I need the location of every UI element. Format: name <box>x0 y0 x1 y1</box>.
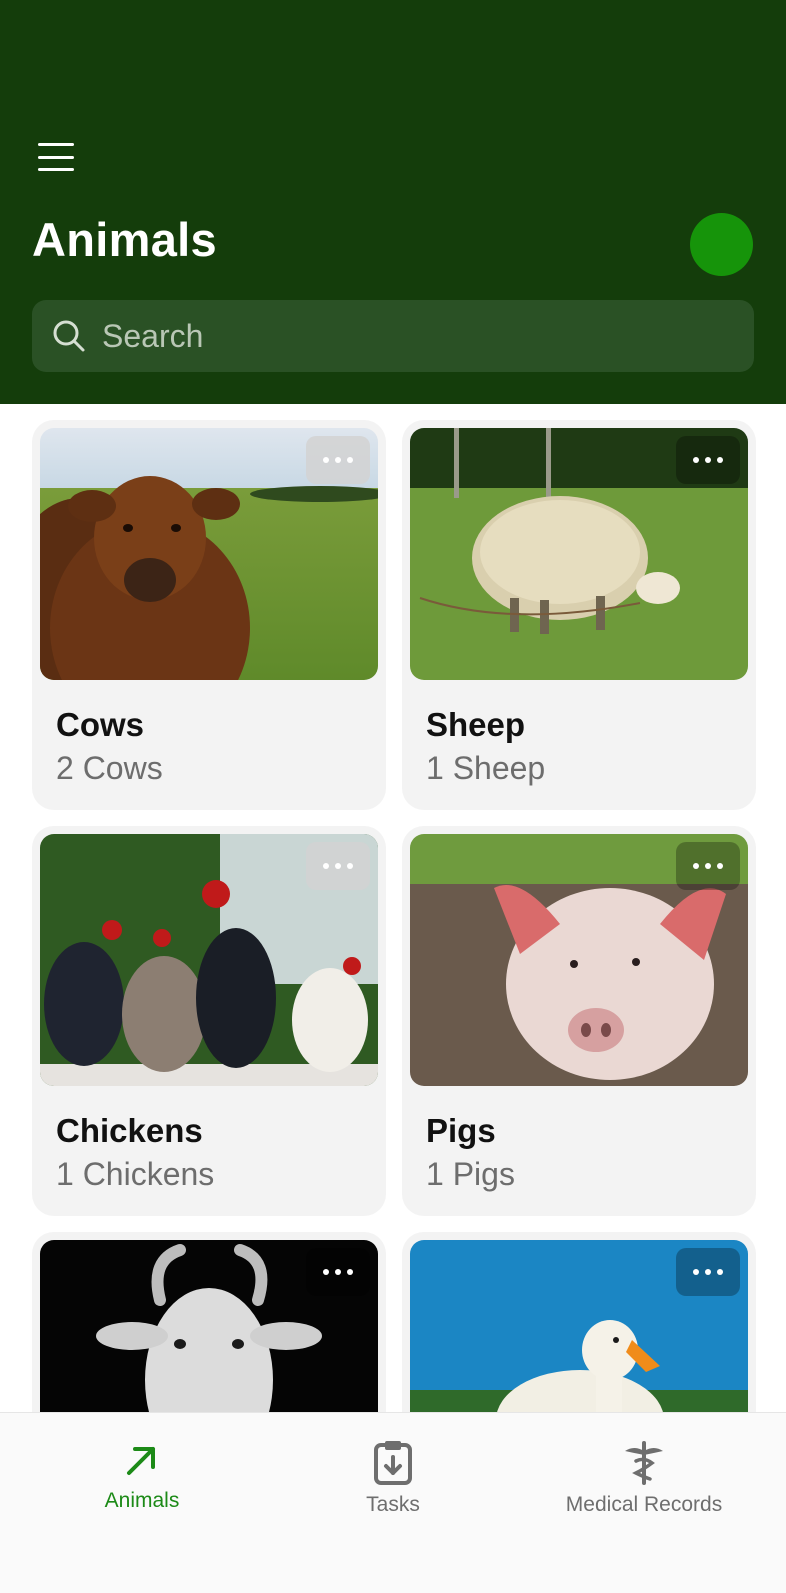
animal-name: Cows <box>56 706 145 743</box>
animal-card-cows[interactable]: Cows 2 Cows <box>32 420 386 810</box>
nav-label: Animals <box>104 1489 180 1512</box>
animal-card-ducks[interactable] <box>402 1232 756 1412</box>
more-options-icon[interactable] <box>306 436 370 484</box>
nav-medical-records[interactable]: Medical Records <box>513 1439 775 1517</box>
animal-card-goats[interactable] <box>32 1232 386 1412</box>
hamburger-menu-icon[interactable] <box>38 143 74 171</box>
animal-count: 2 Cows <box>56 750 163 786</box>
more-options-icon[interactable] <box>306 842 370 890</box>
animal-card-pigs[interactable]: Pigs 1 Pigs <box>402 826 756 1216</box>
app-header: Animals <box>0 0 786 404</box>
search-icon <box>53 320 85 352</box>
nav-label: Tasks <box>366 1493 420 1516</box>
nav-animals[interactable]: Animals <box>11 1439 273 1513</box>
animal-grid: Cows 2 Cows Sheep 1 Sheep Chickens 1 Chi… <box>0 404 786 1412</box>
more-options-icon[interactable] <box>676 436 740 484</box>
more-options-icon[interactable] <box>676 1248 740 1296</box>
more-options-icon[interactable] <box>676 842 740 890</box>
animal-count: 1 Sheep <box>426 750 546 786</box>
page-title: Animals <box>32 213 217 266</box>
animal-card-sheep[interactable]: Sheep 1 Sheep <box>402 420 756 810</box>
animal-name: Chickens <box>56 1112 203 1149</box>
animal-card-chickens[interactable]: Chickens 1 Chickens <box>32 826 386 1216</box>
search-bar[interactable] <box>32 300 754 372</box>
clipboard-icon <box>374 1441 412 1485</box>
animal-name: Pigs <box>426 1112 496 1149</box>
nav-label: Medical Records <box>565 1493 723 1516</box>
arrow-up-right-icon <box>127 1447 155 1475</box>
bottom-navigation: Animals Tasks Medical Records <box>0 1412 786 1593</box>
caduceus-icon <box>625 1441 663 1485</box>
animal-count: 1 Chickens <box>56 1156 215 1192</box>
nav-tasks[interactable]: Tasks <box>262 1439 524 1517</box>
animal-count: 1 Pigs <box>426 1156 515 1192</box>
search-input[interactable] <box>100 316 704 356</box>
more-options-icon[interactable] <box>306 1248 370 1296</box>
avatar[interactable] <box>690 213 753 276</box>
animal-name: Sheep <box>426 706 526 743</box>
